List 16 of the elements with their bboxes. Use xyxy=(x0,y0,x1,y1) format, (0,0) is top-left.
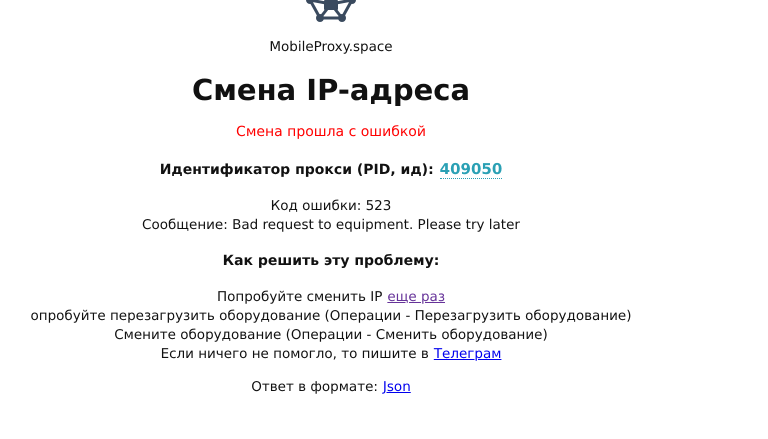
page-title: Смена IP-адреса xyxy=(192,73,470,107)
text-link[interactable]: Json xyxy=(382,378,411,397)
text-link[interactable]: Телеграм xyxy=(434,345,502,364)
help-text: опробуйте перезагрузить оборудование (Операции - Перезагрузить оборудование) xyxy=(30,307,632,326)
help-text: Ответ в формате: xyxy=(251,378,378,397)
network-lock-icon xyxy=(306,0,356,22)
pid-label: Идентификатор прокси (PID, ид): xyxy=(160,162,434,178)
error-message: Сообщение: Bad request to equipment. Please try later xyxy=(142,216,520,235)
brand-name: MobileProxy.space xyxy=(269,39,393,55)
help-text: Смените оборудование (Операции - Сменить оборудование) xyxy=(114,326,548,345)
help-text: Если ничего не помогло, то пишите в xyxy=(160,345,429,364)
help-heading: Как решить эту проблему: xyxy=(222,253,440,269)
error-code: Код ошибки: 523 xyxy=(270,197,392,216)
help-text: Попробуйте сменить IP xyxy=(216,288,382,307)
error-status: Смена прошла с ошибкой xyxy=(236,124,426,140)
text-link[interactable]: еще раз xyxy=(387,288,445,307)
